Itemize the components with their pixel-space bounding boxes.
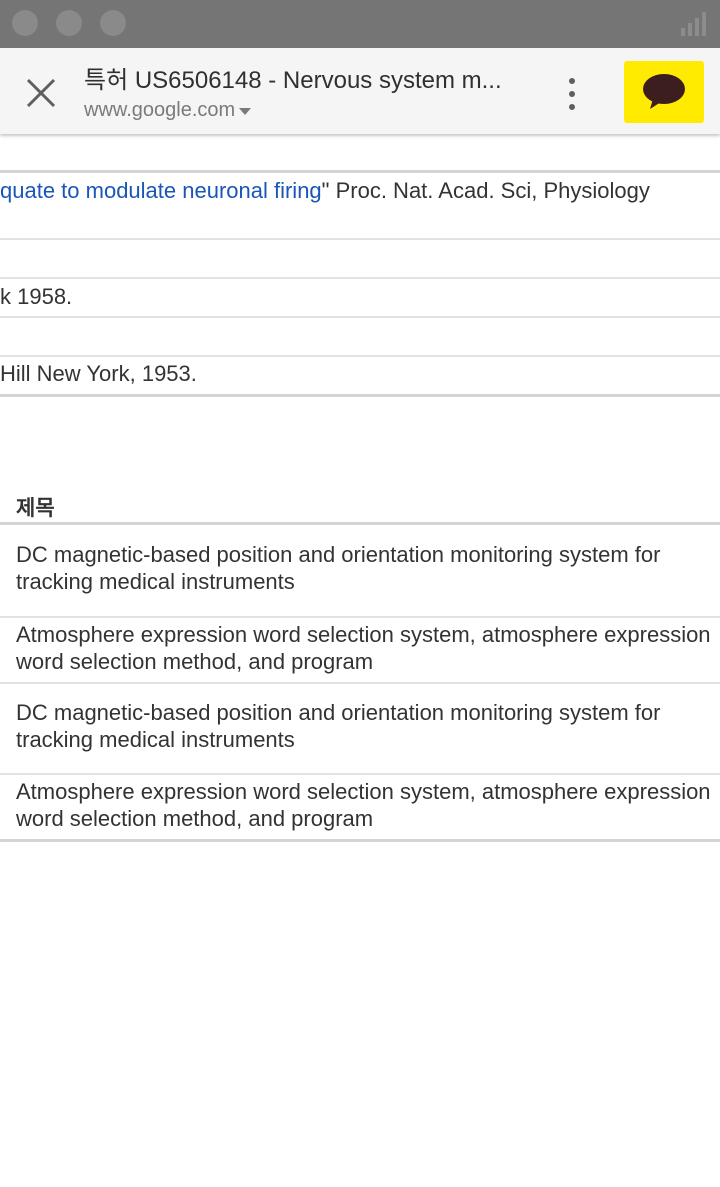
result-title[interactable]: DC magnetic-based position and orientati…: [16, 699, 716, 753]
divider: [0, 238, 720, 240]
custom-tab-toolbar: 특허 US6506148 - Nervous system m... www.g…: [0, 48, 720, 134]
reference-row: quate to modulate neuronal firing" Proc.…: [0, 178, 650, 204]
page-title: 특허 US6506148 - Nervous system m...: [84, 67, 502, 94]
divider: [0, 355, 720, 357]
close-button[interactable]: [20, 72, 62, 114]
reference-link[interactable]: quate to modulate neuronal firing: [0, 178, 322, 203]
reference-row: k 1958.: [0, 284, 73, 309]
divider: [0, 522, 720, 525]
result-title[interactable]: Atmosphere expression word selection sys…: [16, 778, 716, 832]
reference-text: " Proc. Nat. Acad. Sci, Physiology: [321, 178, 650, 203]
divider: [0, 170, 720, 173]
overflow-menu-button[interactable]: [560, 74, 584, 114]
signal-icon: [681, 12, 706, 36]
url-dropdown[interactable]: www.google.com: [84, 99, 252, 122]
close-icon: [26, 78, 56, 108]
divider: [0, 277, 720, 279]
reference-row: Hill New York, 1953.: [0, 361, 197, 386]
divider: [0, 773, 720, 775]
results-column-header: 제목: [16, 496, 55, 520]
divider: [0, 616, 720, 618]
notification-icon: [12, 10, 38, 36]
speech-bubble-icon: [643, 74, 685, 109]
divider: [0, 682, 720, 684]
status-bar: [0, 0, 720, 48]
page-url: www.google.com: [84, 99, 236, 121]
result-title[interactable]: Atmosphere expression word selection sys…: [16, 621, 716, 675]
notification-icon: [56, 10, 82, 36]
divider: [0, 839, 720, 842]
notification-icon: [100, 10, 126, 36]
divider: [0, 394, 720, 397]
divider: [0, 316, 720, 318]
result-title[interactable]: DC magnetic-based position and orientati…: [16, 541, 716, 595]
chevron-down-icon: [239, 108, 252, 115]
share-chat-button[interactable]: [624, 61, 704, 123]
